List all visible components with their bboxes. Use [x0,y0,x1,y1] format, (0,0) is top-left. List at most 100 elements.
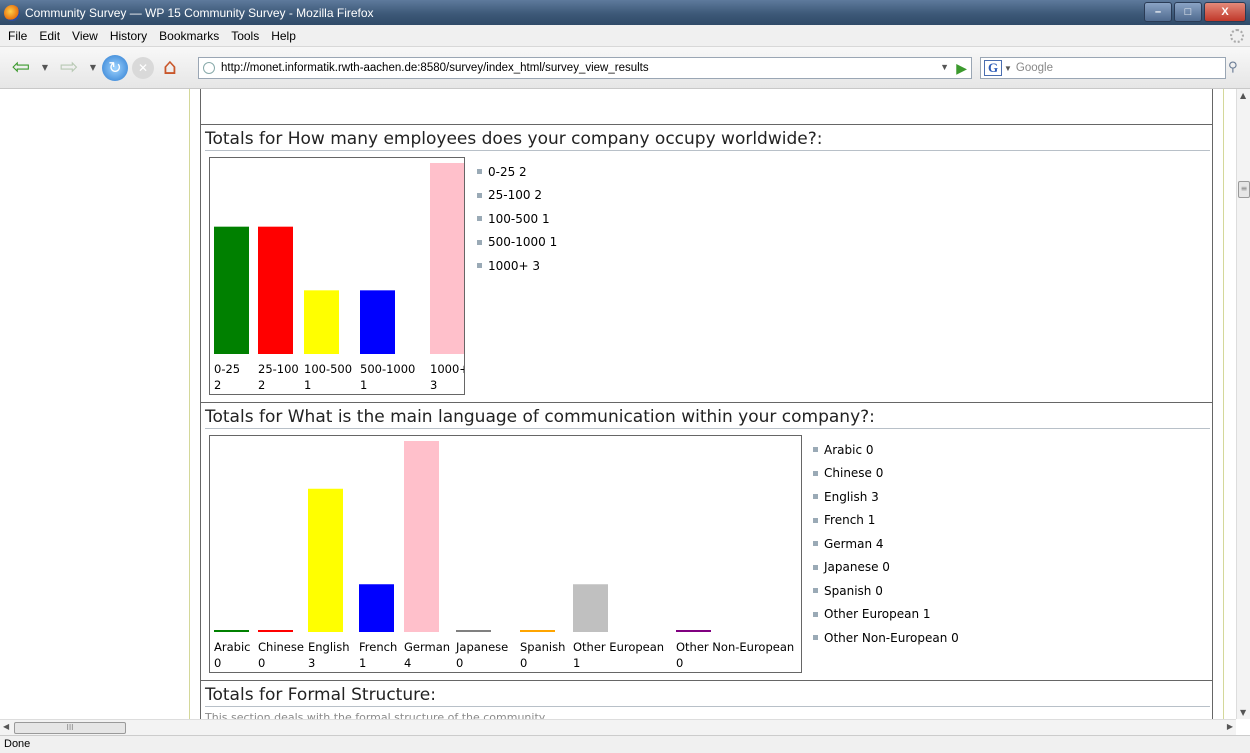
section-title: Totals for How many employees does your … [205,129,823,149]
legend-bullet-icon [477,169,482,175]
legend-item: 0-25 2 [477,160,557,184]
previous-section-tail [200,89,1213,125]
scroll-down-arrow-icon[interactable]: ▼ [1240,708,1246,717]
legend-item: Arabic 0 [813,438,959,462]
section-description: This section deals with the formal struc… [205,711,548,719]
legend-item-label: 0-25 2 [488,164,527,179]
legend-item-label: French 1 [824,513,876,528]
stop-icon[interactable]: ✕ [132,56,154,79]
go-arrow-icon[interactable]: ▶ [956,60,967,77]
legend-bullet-icon [813,494,818,500]
back-arrow-icon[interactable]: ⇦ [6,55,36,80]
legend-bullet-icon [477,216,482,222]
legend-item: 1000+ 3 [477,254,557,278]
menu-tools[interactable]: Tools [225,27,265,45]
legend-item: 500-1000 1 [477,231,557,255]
page-viewport: Totals for How many employees does your … [0,89,1236,719]
legend-bullet-icon [477,192,482,198]
section-title: Totals for What is the main language of … [205,407,875,427]
horizontal-scrollbar[interactable]: ◀ III ▶ [0,719,1236,735]
chart-bar [304,290,339,354]
chart-category-label: 25-100 [258,362,299,376]
legend-item: Japanese 0 [813,556,959,580]
chart-bar [360,290,395,354]
chart-category-label: 500-1000 [360,362,415,376]
legend-bullet-icon [477,263,482,269]
chart-category-label: 100-500 [304,362,352,376]
menu-help[interactable]: Help [265,27,302,45]
scroll-right-arrow-icon[interactable]: ▶ [1227,722,1233,731]
home-icon[interactable]: ⌂ [158,55,182,80]
page-left-border [189,89,190,719]
navigation-toolbar: ⇦ ▼ ⇨ ▼ ↻ ✕ ⌂ http://monet.informatik.rw… [0,47,1250,89]
scroll-up-arrow-icon[interactable]: ▲ [1240,91,1246,100]
legend-employees: 0-25 2 25-100 2 100-500 1 500-1000 1 100… [477,160,557,278]
legend-item-label: 100-500 1 [488,211,550,226]
chart-category-label: Arabic [214,640,250,654]
menu-edit[interactable]: Edit [33,27,66,45]
vertical-scroll-thumb[interactable]: ≡ [1238,181,1250,198]
back-history-dropdown-icon[interactable]: ▼ [40,63,50,72]
menu-view[interactable]: View [66,27,104,45]
horizontal-scroll-thumb[interactable]: III [14,722,126,734]
chart-bar [359,584,394,632]
legend-item-label: Other European 1 [824,607,931,622]
chart-category-label: 0-25 [214,362,240,376]
chart-value-label: 0 [520,656,527,670]
chart-bar [258,226,293,354]
chart-value-label: 1 [360,378,367,392]
bar-chart-language-svg: Arabic 0 Chinese 0 English 3 French 1 German 4 Jap… [214,441,794,670]
firefox-icon [4,4,20,21]
search-magnifier-icon[interactable]: ⚲ [1228,60,1238,75]
chart-value-label: 1 [573,656,580,670]
search-engine-google-icon[interactable]: G [984,60,1002,76]
chart-category-label: 1000+ [430,362,464,376]
close-button[interactable]: X [1204,2,1246,22]
menu-file[interactable]: File [2,27,33,45]
legend-item: Chinese 0 [813,462,959,486]
search-bar[interactable]: G ▼ Google [980,57,1226,79]
chart-value-label: 0 [214,656,221,670]
legend-bullet-icon [813,635,818,641]
url-text: http://monet.informatik.rwth-aachen.de:8… [221,62,649,74]
chart-bar [214,226,249,354]
forward-arrow-icon[interactable]: ⇨ [54,55,84,80]
legend-item-label: 25-100 2 [488,188,542,203]
scroll-left-arrow-icon[interactable]: ◀ [3,722,9,731]
chart-category-label: Other European [573,640,664,654]
legend-bullet-icon [813,517,818,523]
menu-history[interactable]: History [104,27,153,45]
minimize-button[interactable]: – [1144,2,1172,22]
legend-bullet-icon [813,541,818,547]
search-placeholder: Google [1015,62,1054,74]
legend-item-label: Japanese 0 [824,560,890,575]
window-title: Community Survey — WP 15 Community Surve… [25,5,374,20]
legend-item-label: 1000+ 3 [488,258,541,273]
chart-value-label: 4 [404,656,411,670]
section-language: Totals for What is the main language of … [200,403,1213,681]
vertical-scrollbar[interactable]: ▲ ≡ ▼ [1236,89,1250,719]
forward-history-dropdown-icon[interactable]: ▼ [88,63,98,72]
legend-item-label: Other Non-European 0 [824,630,959,645]
chart-category-label: French [359,640,397,654]
chart-category-label: English [308,640,350,654]
maximize-button[interactable]: □ [1174,2,1202,22]
url-history-dropdown-icon[interactable]: ▼ [940,62,949,72]
chart-value-label: 2 [214,378,221,392]
legend-item: 25-100 2 [477,184,557,208]
menu-bookmarks[interactable]: Bookmarks [153,27,225,45]
legend-language: Arabic 0 Chinese 0 English 3 French 1 Ge… [813,438,959,650]
site-identity-icon[interactable] [203,62,215,74]
chart-bar [214,630,249,632]
chart-bar [520,630,555,632]
search-engine-dropdown-icon[interactable]: ▼ [1004,64,1012,73]
chart-value-label: 1 [359,656,366,670]
url-bar[interactable]: http://monet.informatik.rwth-aachen.de:8… [198,57,972,79]
chart-category-label: Spanish [520,640,565,654]
page-right-border [1223,89,1224,719]
legend-item-label: Chinese 0 [824,466,884,481]
status-bar: Done [0,735,1250,753]
legend-item: French 1 [813,509,959,533]
chart-bar [430,163,464,354]
reload-icon[interactable]: ↻ [102,54,128,81]
